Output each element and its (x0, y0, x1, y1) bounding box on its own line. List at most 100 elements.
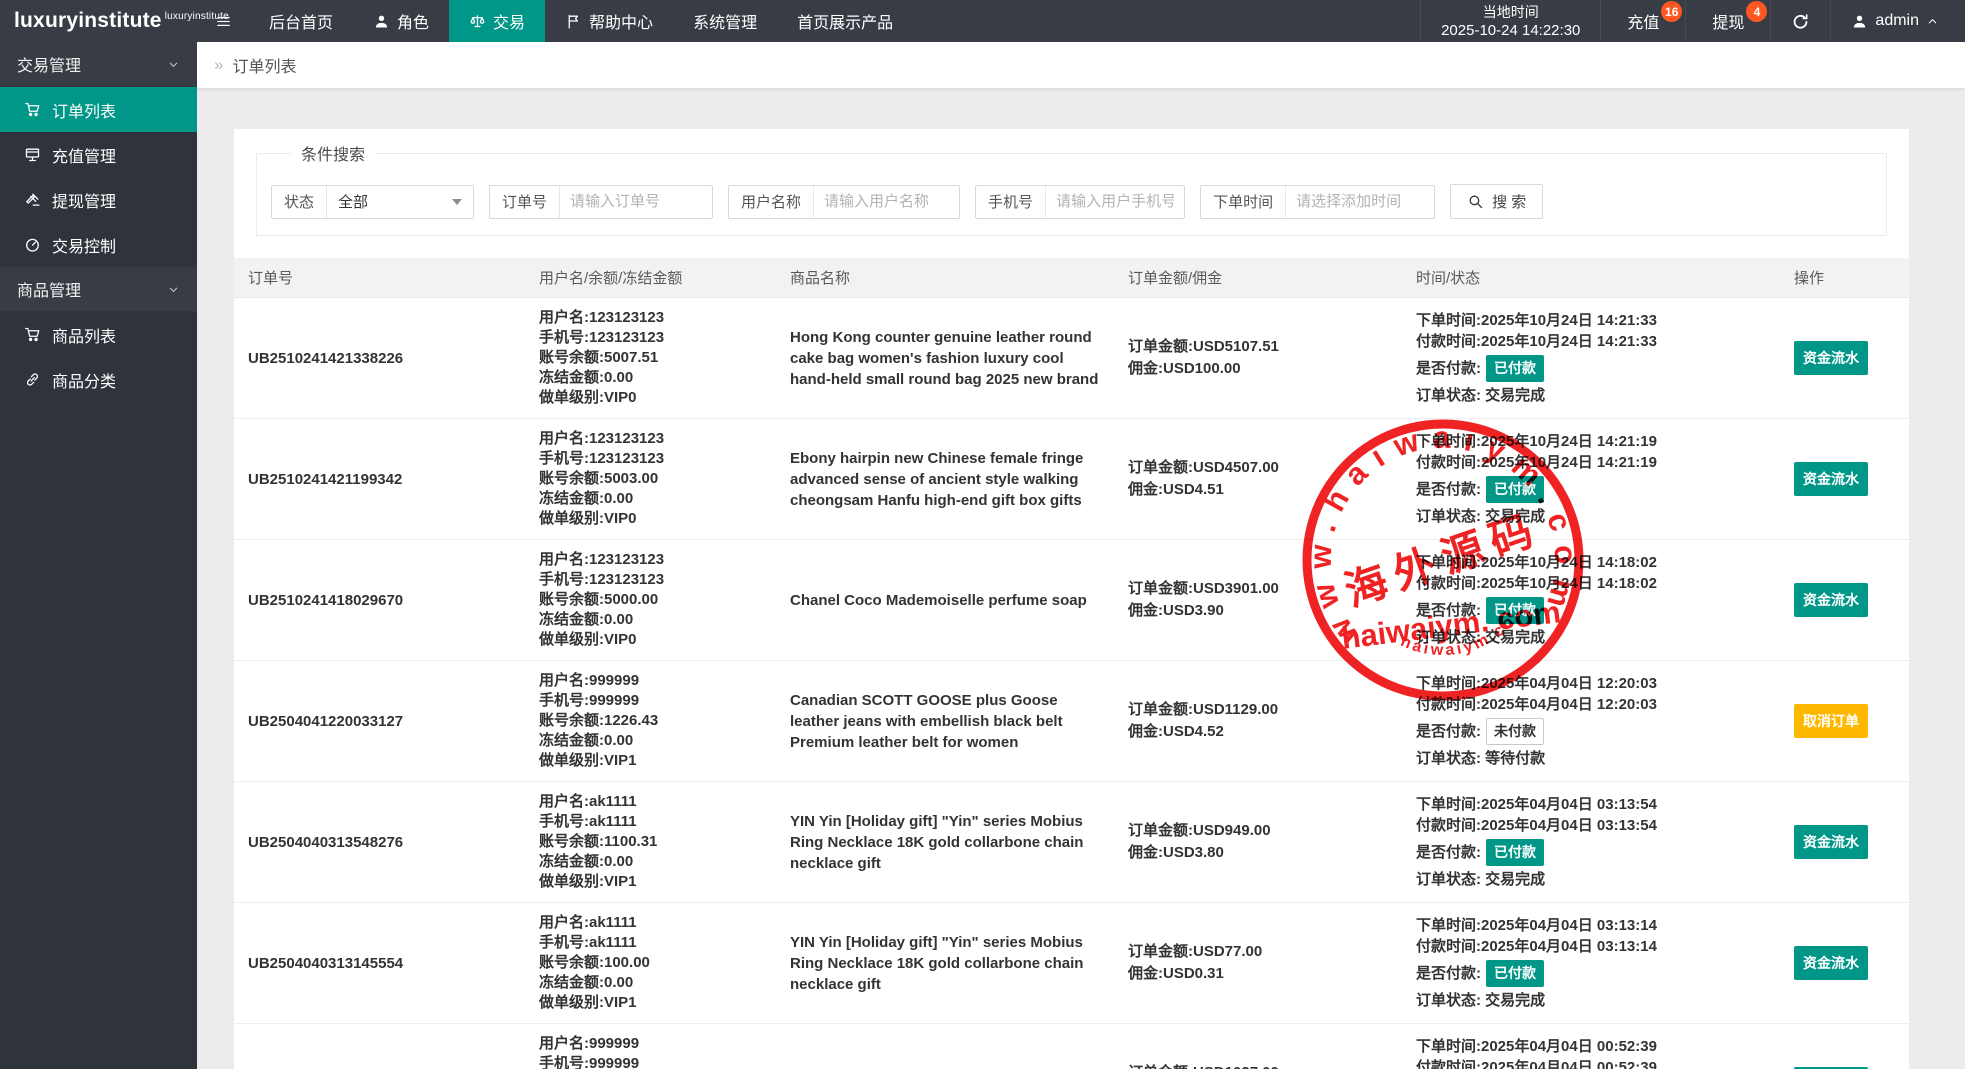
gavel-icon (24, 191, 41, 208)
username-input[interactable] (814, 186, 959, 218)
order-no-input[interactable] (560, 186, 712, 218)
user-info-line: 手机号:123123123 (539, 328, 762, 348)
order-time: 下单时间:2025年10月24日 14:21:19 (1416, 431, 1766, 452)
pay-status-label: 是否付款: (1416, 600, 1481, 621)
order-time-input[interactable] (1286, 186, 1434, 218)
col-header-product: 商品名称 (776, 258, 1114, 297)
nav-item[interactable]: 后台首页 (249, 0, 353, 42)
person-icon (373, 13, 390, 30)
refresh-icon (1791, 12, 1810, 31)
phone-filter-label: 手机号 (976, 186, 1046, 218)
nav-item-label: 系统管理 (693, 9, 757, 33)
order-number: UB2504040313145554 (234, 945, 525, 982)
phone-filter: 手机号 (975, 185, 1185, 219)
user-info-line: 冻结金额:0.00 (539, 368, 762, 388)
phone-input[interactable] (1046, 186, 1184, 218)
pay-status-badge: 已付款 (1486, 355, 1544, 382)
order-number: UB2504040313548276 (234, 824, 525, 861)
table-row: UB2510241421199342 用户名:123123123手机号:1231… (234, 419, 1909, 540)
user-info-line: 账号余额:5000.00 (539, 590, 762, 610)
breadcrumb-arrow: » (214, 55, 223, 75)
product-name: Ebony hairpin new Chinese female fringe … (790, 448, 1100, 511)
user-info-line: 用户名:123123123 (539, 429, 762, 449)
user-info: 用户名:123123123手机号:123123123账号余额:5003.00冻结… (525, 419, 776, 539)
order-number: UB2504040052391461 (234, 1066, 525, 1069)
commission: 佣金:USD3.90 (1128, 600, 1388, 622)
user-info-line: 做单级别:VIP1 (539, 751, 762, 771)
search-button[interactable]: 搜 索 (1450, 184, 1543, 219)
nav-item[interactable]: 首页展示产品 (777, 0, 913, 42)
table-row: UB2504041220033127 用户名:999999手机号:999999账… (234, 661, 1909, 782)
nav-item[interactable]: 角色 (353, 0, 449, 42)
row-action-button[interactable]: 资金流水 (1794, 825, 1868, 859)
row-action-button[interactable]: 资金流水 (1794, 462, 1868, 496)
row-action-button[interactable]: 取消订单 (1794, 704, 1868, 738)
sidebar-item[interactable]: 订单列表 (0, 87, 197, 132)
search-legend: 条件搜索 (291, 141, 375, 165)
nav-item[interactable]: 系统管理 (673, 0, 777, 42)
order-amount: 订单金额:USD1027.00 (1128, 1062, 1388, 1069)
user-info-line: 手机号:ak1111 (539, 812, 762, 832)
menu-icon (215, 13, 232, 30)
sidebar-group-header[interactable]: 交易管理 (0, 42, 197, 87)
user-info-line: 手机号:ak1111 (539, 933, 762, 953)
flag-icon (565, 13, 582, 30)
pay-status-label: 是否付款: (1416, 358, 1481, 379)
user-info-line: 用户名:123123123 (539, 308, 762, 328)
row-action-button[interactable]: 资金流水 (1794, 583, 1868, 617)
sidebar-item-label: 商品分类 (52, 368, 116, 392)
nav-item[interactable]: 交易 (449, 0, 545, 42)
sidebar-item[interactable]: 提现管理 (0, 177, 197, 222)
recharge-button[interactable]: 充值 16 (1600, 0, 1685, 42)
sidebar-item-label: 交易控制 (52, 233, 116, 257)
status-filter-label: 状态 (272, 186, 327, 218)
sidebar-item[interactable]: 交易控制 (0, 222, 197, 267)
pay-status-badge: 已付款 (1486, 597, 1544, 624)
sidebar-item[interactable]: 商品分类 (0, 357, 197, 402)
col-header-order-no: 订单号 (234, 258, 525, 297)
pay-status-badge: 已付款 (1486, 839, 1544, 866)
sidebar-toggle-button[interactable] (197, 0, 249, 42)
order-status: 订单状态: 交易完成 (1416, 506, 1766, 527)
pay-time: 付款时间:2025年10月24日 14:21:19 (1416, 452, 1766, 473)
sidebar-group-header[interactable]: 商品管理 (0, 267, 197, 312)
table-header-row: 订单号 用户名/余额/冻结金额 商品名称 订单金额/佣金 时间/状态 操作 (234, 258, 1909, 298)
sidebar-item-label: 充值管理 (52, 143, 116, 167)
sidebar-item[interactable]: 商品列表 (0, 312, 197, 357)
row-action-button[interactable]: 资金流水 (1794, 946, 1868, 980)
orders-table: 订单号 用户名/余额/冻结金额 商品名称 订单金额/佣金 时间/状态 操作 UB… (234, 258, 1909, 1069)
order-number: UB2510241421338226 (234, 340, 525, 377)
status-select[interactable]: 全部 (327, 186, 473, 218)
row-action-button[interactable]: 资金流水 (1794, 341, 1868, 375)
order-no-filter-label: 订单号 (490, 186, 560, 218)
withdraw-button[interactable]: 提现 4 (1685, 0, 1770, 42)
order-time: 下单时间:2025年10月24日 14:18:02 (1416, 552, 1766, 573)
order-status: 订单状态: 交易完成 (1416, 627, 1766, 648)
commission: 佣金:USD4.51 (1128, 479, 1388, 501)
filter-row: 状态 全部 订单号用户名称手机号下单时间 搜 索 (271, 184, 1872, 219)
status-select-value: 全部 (338, 191, 368, 212)
order-number: UB2510241418029670 (234, 582, 525, 619)
order-amount: 订单金额:USD77.00 (1128, 941, 1388, 963)
sidebar-item-label: 提现管理 (52, 188, 116, 212)
user-info: 用户名:123123123手机号:123123123账号余额:5000.00冻结… (525, 540, 776, 660)
withdraw-badge: 4 (1746, 1, 1767, 22)
sidebar-item[interactable]: 充值管理 (0, 132, 197, 177)
user-info-line: 做单级别:VIP1 (539, 993, 762, 1013)
product-name: Hong Kong counter genuine leather round … (790, 327, 1100, 390)
withdraw-label: 提现 (1712, 9, 1744, 33)
status-filter: 状态 全部 (271, 185, 474, 219)
order-time: 下单时间:2025年04月04日 03:13:54 (1416, 794, 1766, 815)
user-icon (1851, 13, 1868, 30)
nav-item-label: 首页展示产品 (797, 9, 893, 33)
user-info-line: 冻结金额:0.00 (539, 610, 762, 630)
content-area: 条件搜索 状态 全部 订单号用户名称手机号下单时间 搜 索 订单号 (197, 88, 1965, 1069)
refresh-button[interactable] (1770, 0, 1830, 42)
user-info: 用户名:999999手机号:999999账号余额:1222.32冻结金额:0.0… (525, 1024, 776, 1069)
nav-item[interactable]: 帮助中心 (545, 0, 673, 42)
admin-menu[interactable]: admin (1830, 0, 1965, 42)
user-info-line: 用户名:999999 (539, 1034, 762, 1054)
user-info-line: 账号余额:5007.51 (539, 348, 762, 368)
breadcrumb: » 订单列表 (197, 42, 1965, 88)
order-amount: 订单金额:USD5107.51 (1128, 336, 1388, 358)
